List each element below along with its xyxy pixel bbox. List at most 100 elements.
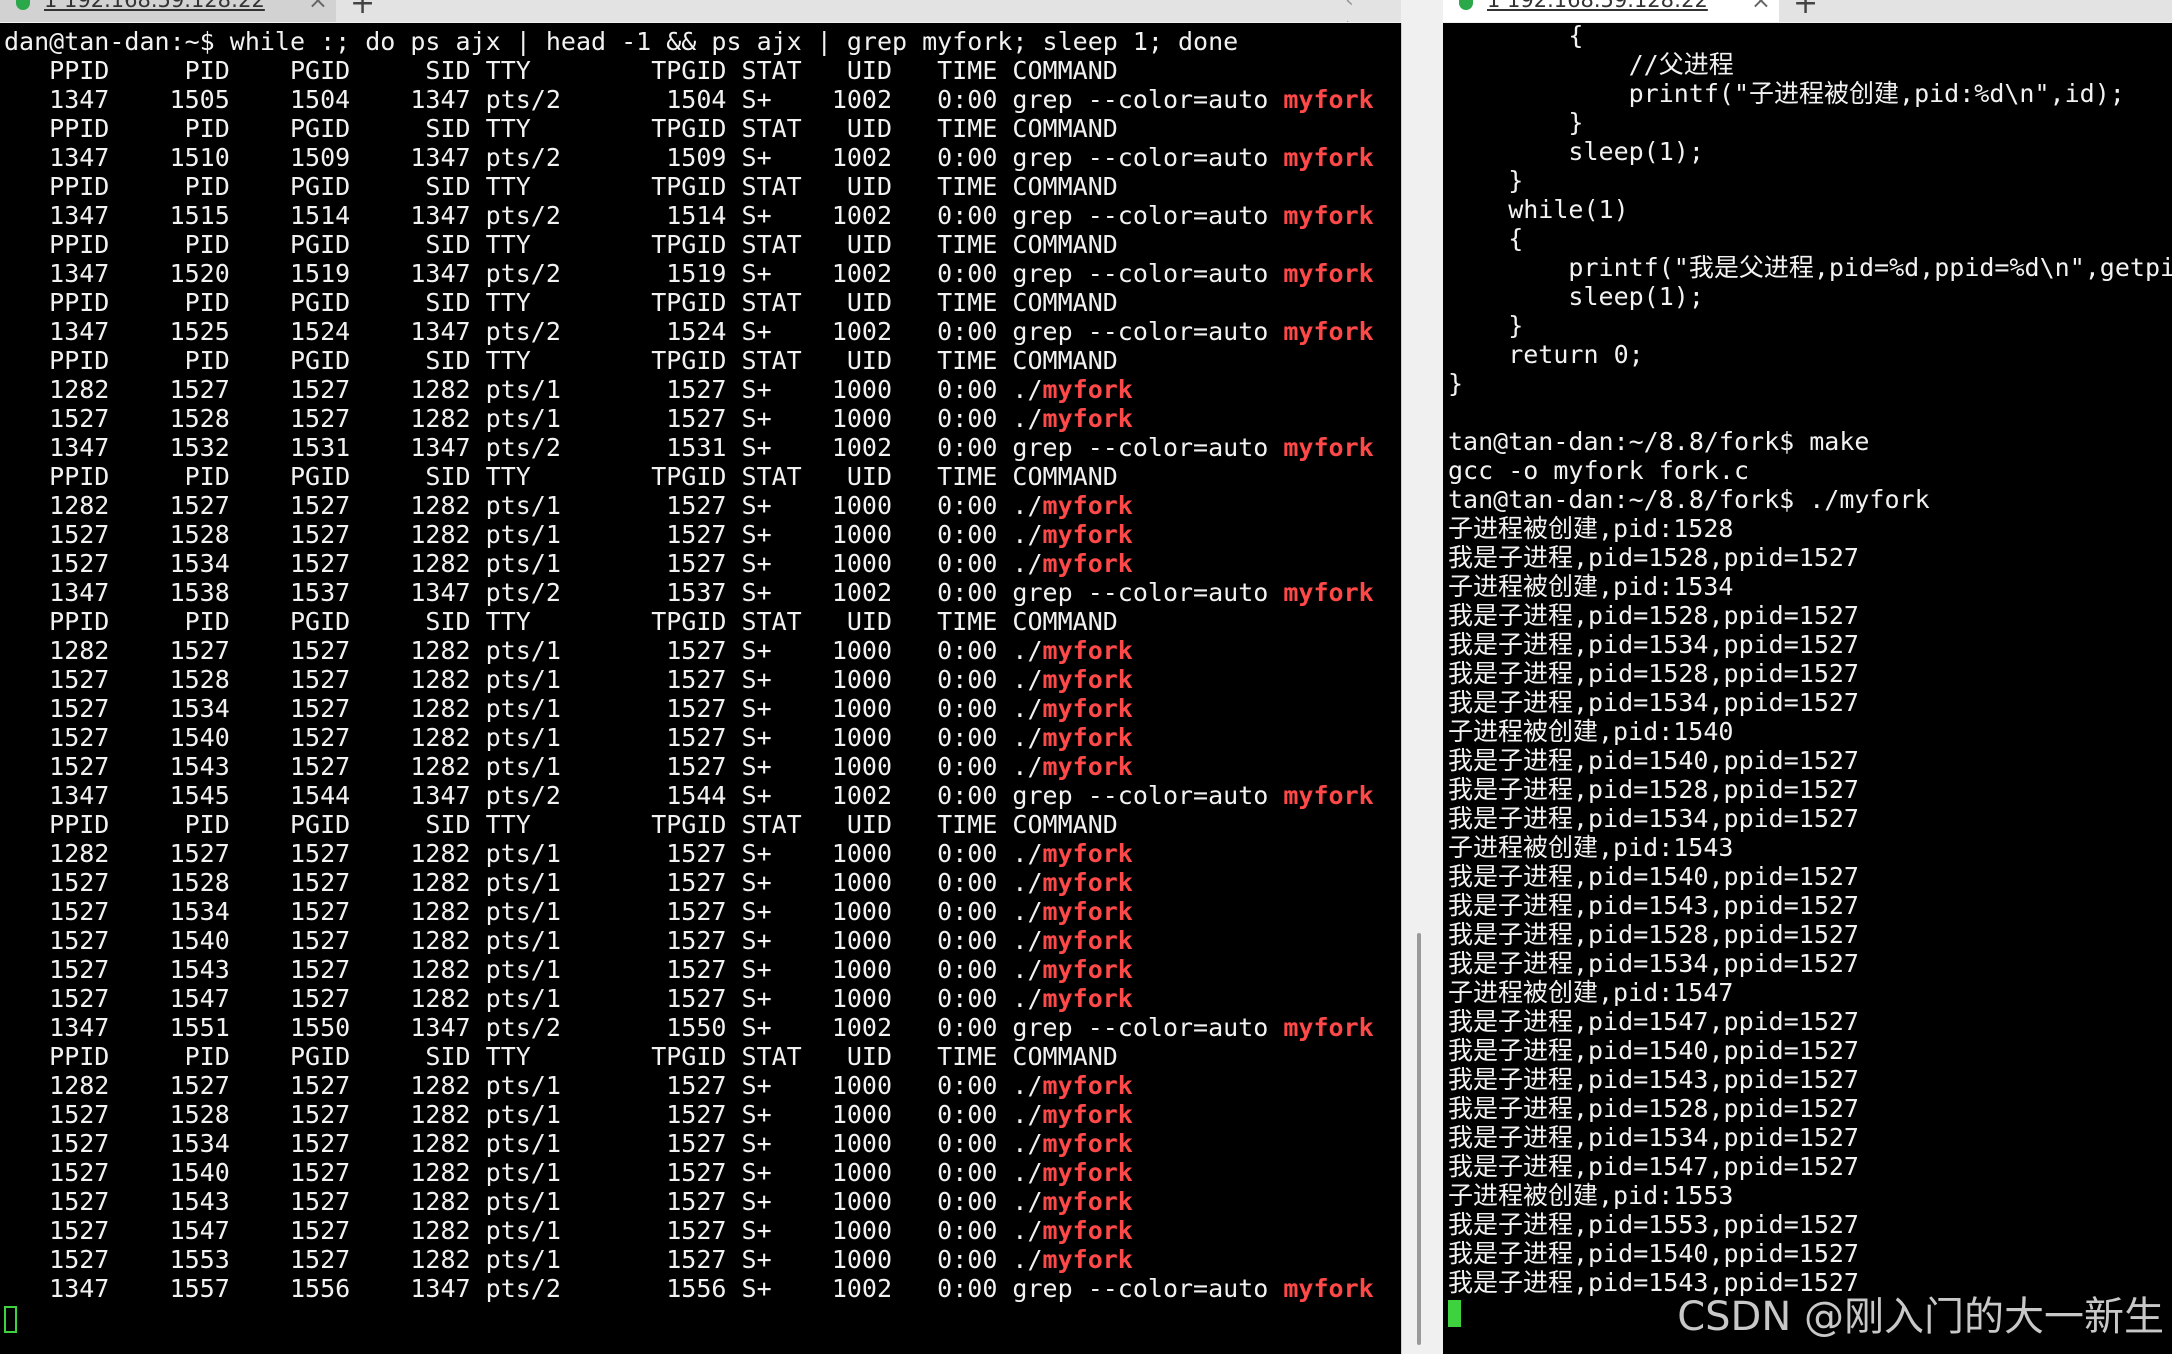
grep-match-highlight: myfork (1283, 85, 1374, 114)
terminal-line: 我是子进程,pid=1543,ppid=1527 (1448, 1065, 1859, 1094)
terminal-line: } (1448, 166, 1524, 195)
terminal-line: 1347 1557 1556 1347 pts/2 1556 S+ 1002 0… (4, 1274, 1374, 1303)
grep-match-highlight: myfork (1283, 259, 1374, 288)
grep-match-highlight: myfork (1042, 723, 1133, 752)
line-text: PPID PID PGID SID TTY TPGID STAT UID TIM… (4, 230, 1118, 259)
tab-session-right[interactable]: 1 192.168.59.128:22 × (1443, 0, 1779, 22)
line-text: PPID PID PGID SID TTY TPGID STAT UID TIM… (4, 607, 1118, 636)
grep-match-highlight: myfork (1283, 433, 1374, 462)
terminal-line: 我是子进程,pid=1528,ppid=1527 (1448, 775, 1859, 804)
terminal-line: { (1448, 224, 1524, 253)
line-text: 1527 1540 1527 1282 pts/1 1527 S+ 1000 0… (4, 723, 1043, 752)
line-text: 1527 1534 1527 1282 pts/1 1527 S+ 1000 0… (4, 897, 1043, 926)
terminal-line: 我是子进程,pid=1540,ppid=1527 (1448, 746, 1859, 775)
grep-match-highlight: myfork (1042, 926, 1133, 955)
grep-match-highlight: myfork (1283, 201, 1374, 230)
terminal-line: 子进程被创建,pid:1534 (1448, 572, 1734, 601)
terminal-right[interactable]: { //父进程 printf("子进程被创建,pid:%d\n",id); } … (1443, 23, 2172, 1354)
terminal-line: 1527 1543 1527 1282 pts/1 1527 S+ 1000 0… (4, 955, 1374, 984)
terminal-line: 1347 1532 1531 1347 pts/2 1531 S+ 1002 0… (4, 433, 1374, 462)
terminal-line: 1282 1527 1527 1282 pts/1 1527 S+ 1000 0… (4, 636, 1374, 665)
terminal-line: 1527 1543 1527 1282 pts/1 1527 S+ 1000 0… (4, 1187, 1374, 1216)
terminal-line: 1347 1545 1544 1347 pts/2 1544 S+ 1002 0… (4, 781, 1374, 810)
grep-match-highlight: myfork (1042, 1216, 1133, 1245)
grep-match-highlight: myfork (1283, 317, 1374, 346)
tab-scroll-arrows[interactable]: ‹ › (1345, 0, 1401, 22)
terminal-line: 1347 1551 1550 1347 pts/2 1550 S+ 1002 0… (4, 1013, 1374, 1042)
terminal-line: 我是子进程,pid=1547,ppid=1527 (1448, 1007, 1859, 1036)
terminal-line: 1282 1527 1527 1282 pts/1 1527 S+ 1000 0… (4, 1071, 1374, 1100)
line-text: PPID PID PGID SID TTY TPGID STAT UID TIM… (4, 114, 1118, 143)
terminal-line: PPID PID PGID SID TTY TPGID STAT UID TIM… (4, 56, 1374, 85)
terminal-line: tan@tan-dan:~/8.8/fork$ make (1448, 427, 1870, 456)
line-text: 1527 1528 1527 1282 pts/1 1527 S+ 1000 0… (4, 868, 1043, 897)
terminal-line: 我是子进程,pid=1540,ppid=1527 (1448, 1239, 1859, 1268)
line-text: dan@tan-dan:~$ while :; do ps ajx | head… (4, 27, 1239, 56)
terminal-prompt-line (4, 1303, 1374, 1333)
terminal-line: 1527 1547 1527 1282 pts/1 1527 S+ 1000 0… (4, 1216, 1374, 1245)
grep-match-highlight: myfork (1283, 578, 1374, 607)
scrollbar-thumb[interactable] (1417, 933, 1421, 1345)
grep-match-highlight: myfork (1042, 868, 1133, 897)
terminal-line: tan@tan-dan:~/8.8/fork$ ./myfork (1448, 485, 1930, 514)
connected-status-icon (1459, 0, 1473, 10)
tab-session-left[interactable]: 1 192.168.59.128:22 × (0, 0, 336, 22)
grep-match-highlight: myfork (1042, 491, 1133, 520)
new-tab-icon[interactable]: + (1793, 0, 1818, 21)
terminal-line: 1347 1515 1514 1347 pts/2 1514 S+ 1002 0… (4, 201, 1374, 230)
close-tab-icon[interactable]: × (308, 0, 328, 12)
terminal-line: 1527 1540 1527 1282 pts/1 1527 S+ 1000 0… (4, 926, 1374, 955)
scrollbar-left[interactable] (1401, 23, 1444, 1354)
grep-match-highlight: myfork (1283, 781, 1374, 810)
grep-match-highlight: myfork (1283, 143, 1374, 172)
terminal-line: PPID PID PGID SID TTY TPGID STAT UID TIM… (4, 114, 1374, 143)
terminal-line: 1282 1527 1527 1282 pts/1 1527 S+ 1000 0… (4, 375, 1374, 404)
grep-match-highlight: myfork (1042, 1071, 1133, 1100)
terminal-line: 1527 1528 1527 1282 pts/1 1527 S+ 1000 0… (4, 665, 1374, 694)
terminal-line: 1527 1553 1527 1282 pts/1 1527 S+ 1000 0… (4, 1245, 1374, 1274)
terminal-line: sleep(1); (1448, 282, 1704, 311)
grep-match-highlight: myfork (1042, 897, 1133, 926)
terminal-line: PPID PID PGID SID TTY TPGID STAT UID TIM… (4, 1042, 1374, 1071)
terminal-line: printf("子进程被创建,pid:%d\n",id); (1448, 79, 2125, 108)
terminal-line: 子进程被创建,pid:1540 (1448, 717, 1734, 746)
line-text: 1282 1527 1527 1282 pts/1 1527 S+ 1000 0… (4, 839, 1043, 868)
terminal-line: 1347 1520 1519 1347 pts/2 1519 S+ 1002 0… (4, 259, 1374, 288)
line-text: PPID PID PGID SID TTY TPGID STAT UID TIM… (4, 1042, 1118, 1071)
line-text: 1347 1545 1544 1347 pts/2 1544 S+ 1002 0… (4, 781, 1284, 810)
terminal-line: //父进程 (1448, 50, 1734, 79)
line-text: 1347 1551 1550 1347 pts/2 1550 S+ 1002 0… (4, 1013, 1284, 1042)
terminal-line: 1282 1527 1527 1282 pts/1 1527 S+ 1000 0… (4, 491, 1374, 520)
terminal-line: PPID PID PGID SID TTY TPGID STAT UID TIM… (4, 607, 1374, 636)
terminal-line: 1527 1528 1527 1282 pts/1 1527 S+ 1000 0… (4, 404, 1374, 433)
grep-match-highlight: myfork (1042, 1158, 1133, 1187)
terminal-left[interactable]: dan@tan-dan:~$ while :; do ps ajx | head… (0, 23, 1401, 1354)
terminal-line: PPID PID PGID SID TTY TPGID STAT UID TIM… (4, 288, 1374, 317)
new-tab-icon[interactable]: + (350, 0, 375, 21)
terminal-line: 1527 1547 1527 1282 pts/1 1527 S+ 1000 0… (4, 984, 1374, 1013)
grep-match-highlight: myfork (1042, 404, 1133, 433)
terminal-line: gcc -o myfork fork.c (1448, 456, 1750, 485)
terminal-line: 1282 1527 1527 1282 pts/1 1527 S+ 1000 0… (4, 839, 1374, 868)
terminal-cursor (4, 1305, 17, 1333)
terminal-line: dan@tan-dan:~$ while :; do ps ajx | head… (4, 27, 1374, 56)
terminal-line: PPID PID PGID SID TTY TPGID STAT UID TIM… (4, 462, 1374, 491)
grep-match-highlight: myfork (1042, 665, 1133, 694)
terminal-line: return 0; (1448, 340, 1644, 369)
line-text: 1527 1528 1527 1282 pts/1 1527 S+ 1000 0… (4, 520, 1043, 549)
terminal-line: 1527 1534 1527 1282 pts/1 1527 S+ 1000 0… (4, 694, 1374, 723)
terminal-line: 1347 1505 1504 1347 pts/2 1504 S+ 1002 0… (4, 85, 1374, 114)
terminal-line: 我是子进程,pid=1528,ppid=1527 (1448, 1094, 1859, 1123)
terminal-line: 我是子进程,pid=1534,ppid=1527 (1448, 949, 1859, 978)
line-text: 1347 1505 1504 1347 pts/2 1504 S+ 1002 0… (4, 85, 1284, 114)
close-tab-icon[interactable]: × (1751, 0, 1771, 12)
line-text: 1527 1528 1527 1282 pts/1 1527 S+ 1000 0… (4, 665, 1043, 694)
grep-match-highlight: myfork (1042, 520, 1133, 549)
terminal-line: PPID PID PGID SID TTY TPGID STAT UID TIM… (4, 230, 1374, 259)
terminal-line: 我是子进程,pid=1547,ppid=1527 (1448, 1152, 1859, 1181)
terminal-line: 我是子进程,pid=1528,ppid=1527 (1448, 920, 1859, 949)
terminal-line: 我是子进程,pid=1534,ppid=1527 (1448, 804, 1859, 833)
terminal-line: 1527 1534 1527 1282 pts/1 1527 S+ 1000 0… (4, 1129, 1374, 1158)
terminal-line: } (1448, 311, 1524, 340)
terminal-line: 我是子进程,pid=1543,ppid=1527 (1448, 891, 1859, 920)
